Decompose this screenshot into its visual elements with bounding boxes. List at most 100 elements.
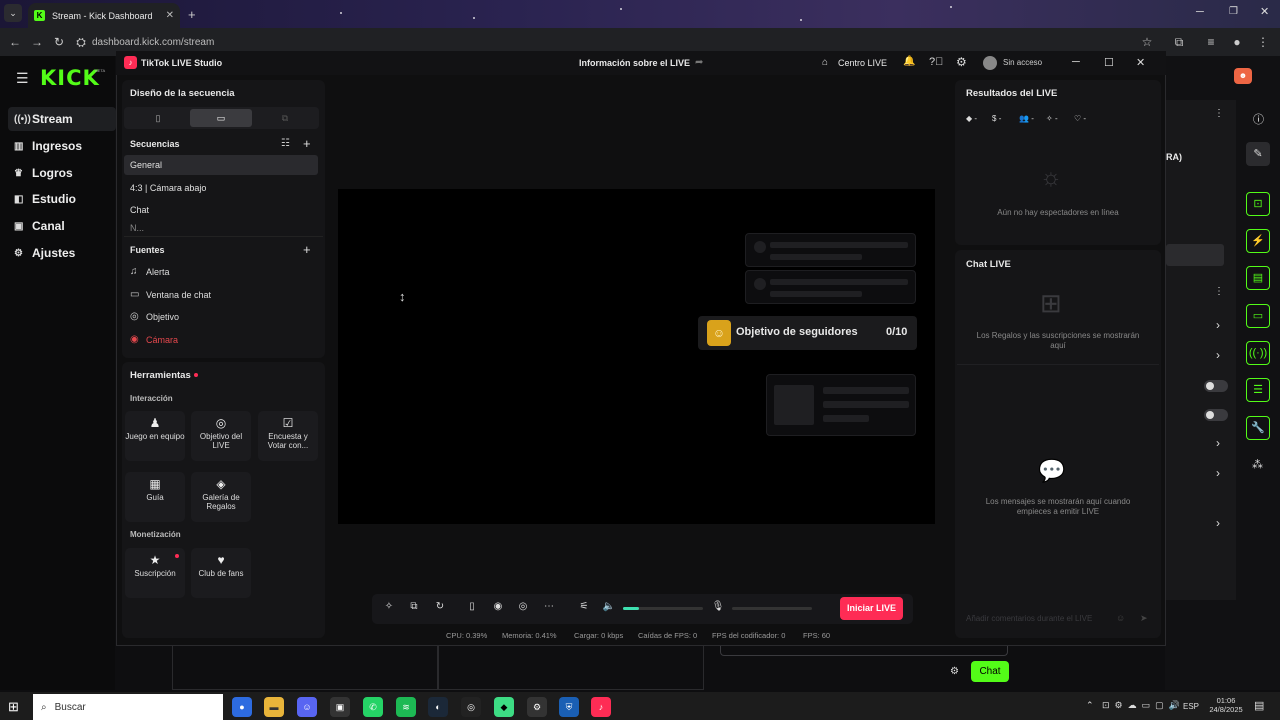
tray-chevron-icon[interactable]: ⌃ [1086, 700, 1094, 711]
file-explorer-icon[interactable]: ▬ [264, 697, 284, 717]
kick-more-icon[interactable]: ⋮ [1214, 108, 1224, 119]
spotify-icon[interactable]: ≋ [396, 697, 416, 717]
clock[interactable]: 01:06 24/8/2025 [1206, 696, 1246, 714]
file-icon[interactable]: ▤ [1246, 266, 1270, 290]
tool-objetivo-live[interactable]: ◎ Objetivo del LIVE [191, 411, 251, 461]
kick-more-icon-2[interactable]: ⋮ [1214, 286, 1224, 297]
notifications-icon[interactable]: ▤ [1254, 699, 1264, 712]
notification-bell-icon[interactable]: 🔔 [903, 56, 915, 67]
url-text[interactable]: dashboard.kick.com/stream [92, 37, 214, 48]
magic-effects-icon[interactable]: ✧ [380, 601, 398, 617]
maximize-browser-icon[interactable]: ❐ [1229, 6, 1238, 17]
browser-tab[interactable]: K Stream - Kick Dashboard ✕ [28, 3, 180, 28]
profile-icon[interactable]: ● [1226, 35, 1248, 49]
mic-volume-slider[interactable] [732, 607, 812, 610]
add-sequence-icon[interactable]: + [303, 136, 311, 151]
forward-icon[interactable]: → [26, 35, 48, 49]
chat-bubble-icon[interactable]: ▭ [1246, 304, 1270, 328]
media-icon[interactable]: ≡ [1200, 35, 1222, 49]
chevron-right-icon[interactable]: › [1216, 318, 1220, 332]
sequence-item[interactable]: General [124, 155, 318, 175]
shield-icon[interactable]: ⛨ [559, 697, 579, 717]
centro-live-link[interactable]: Centro LIVE [838, 58, 887, 68]
source-item-alerta[interactable]: ♫ Alerta [130, 266, 170, 277]
emoji-icon[interactable]: ☺ [1116, 613, 1125, 623]
source-item-camara[interactable]: ◉ Cámara [130, 334, 178, 345]
discord-icon[interactable]: ☺ [297, 697, 317, 717]
account-avatar[interactable] [983, 56, 997, 70]
chevron-right-icon[interactable]: › [1216, 466, 1220, 480]
kick-nav-estudio[interactable]: ◧ Estudio [8, 187, 116, 211]
microphone-icon[interactable]: 🎙 [709, 601, 727, 617]
settings-gear-icon[interactable]: ⚙ [956, 55, 967, 69]
copy-scene-icon[interactable]: ⧉ [405, 601, 423, 617]
edit-icon[interactable]: ✎ [1246, 142, 1270, 166]
source-item-chat-window[interactable]: ▭ Ventana de chat [130, 289, 211, 300]
broadcast-icon[interactable]: ((·)) [1246, 341, 1270, 365]
chevron-right-icon[interactable]: › [1216, 516, 1220, 530]
live-info-title[interactable]: Información sobre el LIVE [579, 58, 690, 68]
steam-icon[interactable]: ◐ [428, 697, 448, 717]
start-live-button[interactable]: Iniciar LIVE [840, 597, 903, 620]
wrench-icon[interactable]: 🔧 [1246, 416, 1270, 440]
speaker-volume-slider[interactable] [623, 607, 703, 610]
close-browser-icon[interactable]: ✕ [1260, 5, 1269, 18]
toggle-switch[interactable] [1204, 409, 1228, 421]
android-icon[interactable]: ◆ [494, 697, 514, 717]
phone-icon[interactable]: ▯ [463, 601, 481, 617]
sequence-item[interactable]: 4:3 | Cámara abajo [124, 178, 318, 198]
chevron-right-icon[interactable]: › [1216, 348, 1220, 362]
source-item-objetivo[interactable]: ◎ Objetivo [130, 311, 179, 322]
share-icon[interactable]: ⁂ [1252, 458, 1263, 471]
tool-juego-en-equipo[interactable]: ♟ Juego en equipo [125, 411, 185, 461]
comment-input[interactable]: Añadir comentarios durante el LIVE [960, 610, 1136, 628]
maximize-window-icon[interactable]: ☐ [1104, 56, 1114, 69]
windows-start-icon[interactable]: ⊞ [8, 699, 19, 715]
kick-nav-canal[interactable]: ▣ Canal [8, 214, 116, 238]
chat-settings-icon[interactable]: ⚙ [950, 666, 959, 677]
kick-nav-ingresos[interactable]: ▥ Ingresos [8, 134, 116, 158]
list-icon[interactable]: ☰ [1246, 378, 1270, 402]
hamburger-menu-icon[interactable]: ☰ [16, 70, 29, 87]
tiktok-taskbar-icon[interactable]: ♪ [591, 697, 611, 717]
speaker-volume-icon[interactable]: 🔈 [600, 601, 618, 617]
bookmark-icon[interactable]: ☆ [1136, 35, 1158, 49]
back-icon[interactable]: ← [4, 35, 26, 49]
tool-club-de-fans[interactable]: ♥ Club de fans [191, 548, 251, 598]
record-icon[interactable]: ◉ [489, 601, 507, 617]
app-icon[interactable]: ▣ [330, 697, 350, 717]
chrome-taskbar-icon[interactable]: ● [232, 697, 252, 717]
sequence-item[interactable]: N... [124, 224, 318, 233]
info-icon[interactable]: ⓘ [1253, 111, 1264, 127]
language-indicator[interactable]: ESP [1183, 702, 1199, 711]
extensions-icon[interactable]: ⧉ [1168, 35, 1190, 50]
landscape-mode-icon[interactable]: ▭ [190, 109, 252, 127]
list-view-icon[interactable]: ☷ [281, 138, 290, 149]
account-status[interactable]: Sin acceso [1003, 58, 1042, 67]
minimize-browser-icon[interactable]: ─ [1196, 6, 1204, 18]
tool-galeria-regalos[interactable]: ◈ Galería de Regalos [191, 472, 251, 522]
portrait-mode-icon[interactable]: ▯ [127, 109, 189, 127]
minimize-window-icon[interactable]: ─ [1072, 56, 1080, 68]
new-tab-icon[interactable]: + [188, 7, 196, 22]
reload-icon[interactable]: ↻ [48, 35, 70, 49]
taskbar-search[interactable]: ⌕ Buscar [33, 694, 223, 720]
obs-icon[interactable]: ◎ [461, 697, 481, 717]
add-source-icon[interactable]: + [303, 242, 311, 257]
kick-nav-stream[interactable]: ((•)) Stream [8, 107, 116, 131]
flash-icon[interactable]: ⚡ [1246, 229, 1270, 253]
share-arrow-icon[interactable]: ➦ [695, 57, 703, 68]
tray-icons[interactable]: ⊡⚙☁▭▢🔊 [1102, 700, 1185, 711]
tool-guia[interactable]: ▦ Guía [125, 472, 185, 522]
sequence-item[interactable]: Chat [124, 200, 318, 220]
help-icon[interactable]: ?⃝ [929, 56, 943, 68]
close-window-icon[interactable]: ✕ [1136, 56, 1145, 69]
kick-input-partial[interactable] [1166, 244, 1224, 266]
toggle-switch[interactable] [1204, 380, 1228, 392]
send-icon[interactable]: ➤ [1140, 613, 1148, 624]
whatsapp-icon[interactable]: ✆ [363, 697, 383, 717]
more-options-icon[interactable]: ⋯ [540, 601, 558, 617]
mixer-sliders-icon[interactable]: ⚟ [575, 601, 593, 617]
kick-chat-button[interactable]: Chat [971, 661, 1009, 682]
tab-search-icon[interactable]: ⌄ [4, 4, 22, 22]
